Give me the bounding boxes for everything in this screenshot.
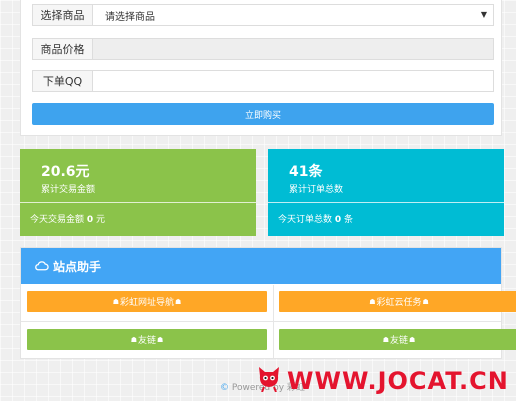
price-row: 商品价格 bbox=[32, 38, 494, 60]
site-helper-panel: 站点助手 ☗ 彩虹网址导航 ☗ ☗ 彩虹云任务 ☗ ☗ 友链 ☗ ☗ 友链 ☗ bbox=[20, 247, 516, 359]
trade-amount-card: 20.6元 累计交易金额 今天交易金额 0 元 bbox=[20, 149, 256, 236]
product-select-row: 选择商品 请选择商品 ▼ bbox=[32, 4, 494, 26]
link-button-friend[interactable]: ☗ 友链 ☗ bbox=[27, 329, 267, 350]
today-trade: 今天交易金额 0 元 bbox=[30, 212, 105, 225]
today-orders: 今天订单总数 0 条 bbox=[278, 212, 353, 225]
home-icon: ☗ bbox=[112, 297, 119, 306]
site-helper-title: 站点助手 bbox=[53, 259, 102, 274]
today-trade-value: 0 bbox=[86, 215, 94, 225]
today-orders-unit: 条 bbox=[344, 215, 354, 225]
link-button-nav[interactable]: ☗ 彩虹网址导航 ☗ bbox=[27, 291, 267, 312]
home-icon: ☗ bbox=[369, 297, 376, 306]
home-icon: ☗ bbox=[175, 297, 182, 306]
today-trade-unit: 元 bbox=[96, 215, 106, 225]
home-icon: ☗ bbox=[382, 335, 389, 344]
watermark-text: WWW.JOCAT.CN bbox=[287, 367, 509, 395]
link-button-friend[interactable]: ☗ 友链 ☗ bbox=[279, 329, 516, 350]
today-orders-value: 0 bbox=[334, 215, 342, 225]
home-icon: ☗ bbox=[422, 297, 429, 306]
dropdown-caret-icon: ▼ bbox=[480, 10, 487, 19]
link-button-cloud-task[interactable]: ☗ 彩虹云任务 ☗ bbox=[279, 291, 516, 312]
qq-input[interactable] bbox=[93, 71, 493, 91]
copyright-symbol: © bbox=[220, 383, 229, 393]
product-select[interactable]: 请选择商品 ▼ bbox=[93, 5, 493, 25]
link-button-label: 友链 bbox=[137, 336, 156, 346]
home-icon: ☗ bbox=[409, 335, 416, 344]
order-panel: 选择商品 请选择商品 ▼ 商品价格 下单QQ 立即购买 bbox=[20, 0, 502, 136]
qq-label: 下单QQ bbox=[33, 71, 93, 91]
card-divider bbox=[20, 202, 256, 203]
cloud-icon bbox=[35, 261, 49, 271]
order-count-card: 41条 累计订单总数 今天订单总数 0 条 bbox=[268, 149, 504, 236]
cat-mascot-icon bbox=[259, 367, 279, 392]
card-divider bbox=[268, 202, 504, 203]
product-label: 选择商品 bbox=[33, 5, 93, 25]
buy-now-button[interactable]: 立即购买 bbox=[32, 103, 494, 125]
home-icon: ☗ bbox=[130, 335, 137, 344]
home-icon: ☗ bbox=[157, 335, 164, 344]
link-button-label: 彩虹云任务 bbox=[376, 298, 422, 308]
total-orders-value: 41条 bbox=[289, 164, 323, 180]
price-field bbox=[93, 39, 493, 59]
today-orders-label: 今天订单总数 bbox=[278, 215, 333, 225]
site-helper-header: 站点助手 bbox=[21, 248, 501, 284]
link-button-label: 彩虹网址导航 bbox=[119, 298, 174, 308]
total-trade-caption: 累计交易金额 bbox=[41, 185, 96, 195]
product-select-value: 请选择商品 bbox=[105, 11, 155, 23]
link-button-label: 友链 bbox=[389, 336, 408, 346]
total-orders-caption: 累计订单总数 bbox=[289, 185, 344, 195]
qq-row: 下单QQ bbox=[32, 70, 494, 92]
today-trade-label: 今天交易金额 bbox=[30, 215, 85, 225]
price-label: 商品价格 bbox=[33, 39, 93, 59]
total-trade-value: 20.6元 bbox=[41, 164, 90, 180]
grid-divider bbox=[21, 321, 501, 322]
